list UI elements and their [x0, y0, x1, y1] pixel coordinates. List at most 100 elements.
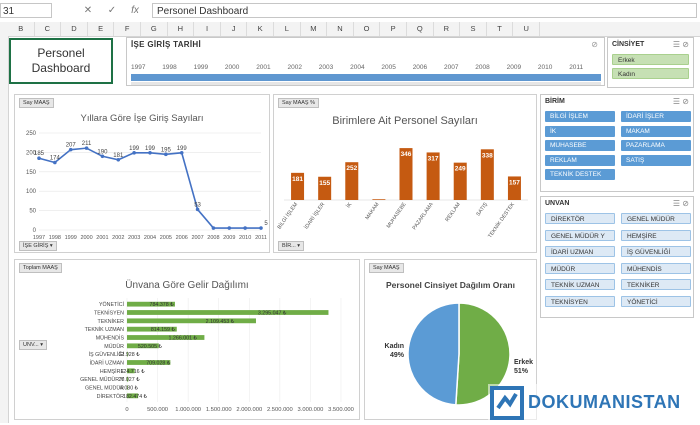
timeline-year[interactable]: 2010	[538, 64, 552, 71]
filter-button-unvan[interactable]: UNV... ▾	[19, 340, 47, 350]
timeline-title: İŞE GİRİŞ TARİHİ	[131, 40, 201, 49]
column-header-M[interactable]: M	[301, 22, 328, 36]
slicer-item-birim[interactable]: SATIŞ	[621, 154, 691, 166]
timeline-year[interactable]: 2000	[225, 64, 239, 71]
y-tick-label: 0	[33, 228, 37, 234]
slicer-item-birim[interactable]: MAKAM	[621, 125, 691, 137]
timeline-year[interactable]: 2008	[475, 64, 489, 71]
column-header-G[interactable]: G	[141, 22, 168, 36]
column-header-N[interactable]: N	[327, 22, 354, 36]
x-tick-label: 2002	[112, 235, 124, 241]
data-point	[211, 226, 216, 230]
slicer-item-unvan[interactable]: İDARİ UZMAN	[545, 246, 615, 257]
slicer-unvan: UNVAN ☰ ⊘ DİREKTÖR GENEL MÜDÜR GENEL MÜDÜR…	[540, 196, 694, 318]
y-tick-label: DİREKTÖR	[97, 393, 125, 400]
slicer-item-birim[interactable]: PAZARLAMA	[621, 140, 691, 151]
column-header-K[interactable]: K	[247, 22, 274, 36]
cancel-icon[interactable]: ✕	[80, 3, 96, 18]
timeline-year[interactable]: 2011	[569, 64, 583, 71]
formula-bar: 31 ✕ ✓ fx Personel Dashboard	[0, 0, 700, 23]
timeline-year[interactable]: 2005	[381, 64, 395, 71]
timeline-year[interactable]: 1998	[162, 64, 176, 71]
filter-button-ise-giris[interactable]: İŞE GİRİŞ ▾	[19, 241, 57, 251]
column-header-B[interactable]: B	[8, 22, 35, 36]
slicer-item-unvan[interactable]: DİREKTÖR	[545, 213, 615, 224]
slicer-item-unvan[interactable]: GENEL MÜDÜR	[621, 213, 691, 224]
filter-button-birim[interactable]: BİR... ▾	[278, 241, 305, 251]
data-label: 5	[264, 221, 268, 227]
chart-yearly-hires[interactable]: Say MAAŞ Yıllara Göre İşe Giriş Sayıları…	[14, 94, 270, 253]
multiselect-icon[interactable]: ☰ ⊘	[673, 97, 689, 106]
slicer-item-birim[interactable]: İDARİ İŞLER	[621, 111, 691, 122]
slicer-item-unvan[interactable]: TEKNİKER	[621, 279, 691, 290]
y-tick-label: 100	[26, 189, 37, 195]
series-line	[38, 147, 261, 229]
column-header-J[interactable]: J	[221, 22, 248, 36]
x-tick-label: 2005	[160, 235, 172, 241]
slicer-item-unvan[interactable]: GENEL MÜDÜR Y	[545, 229, 615, 241]
slicer-item-unvan[interactable]: YÖNETİCİ	[621, 295, 691, 307]
timeline-year[interactable]: 1999	[194, 64, 208, 71]
enter-icon[interactable]: ✓	[104, 3, 120, 18]
slicer-item-unvan[interactable]: HEMŞİRE	[621, 229, 691, 241]
timeline-year[interactable]: 2004	[350, 64, 364, 71]
data-label: 12.928 ₺	[118, 352, 140, 358]
column-header-L[interactable]: L	[274, 22, 301, 36]
slicer-item-unvan[interactable]: TEKNİSYEN	[545, 295, 615, 307]
column-header-P[interactable]: P	[380, 22, 407, 36]
x-tick-label: 3.500.000	[328, 407, 354, 413]
y-tick-label: TEKNİKER	[98, 318, 125, 325]
dashboard-title[interactable]: Personel Dashboard	[9, 38, 113, 84]
x-tick-label: 1999	[65, 235, 77, 241]
timeline-slicer[interactable]: İŞE GİRİŞ TARİHİ ⊘ 1997 1998 1999 2000 2001 2…	[126, 37, 605, 86]
pie-category-label: Kadın	[385, 343, 404, 350]
slicer-item-birim[interactable]: İK	[545, 125, 615, 137]
data-label: 53	[194, 202, 201, 208]
slicer-item-birim[interactable]: TEKNİK DESTEK	[545, 169, 615, 180]
filter-clear-icon[interactable]: ⊘	[591, 40, 598, 49]
slicer-item-unvan[interactable]: MÜHENDİS	[621, 262, 691, 274]
timeline-year[interactable]: 1997	[131, 64, 145, 71]
column-header-C[interactable]: C	[35, 22, 62, 36]
slicer-item-unvan[interactable]: İŞ GÜVENLİĞİ	[621, 246, 691, 257]
data-label: 181	[292, 176, 303, 183]
column-header-E[interactable]: E	[88, 22, 115, 36]
y-tick-label: 250	[26, 131, 37, 137]
column-header-F[interactable]: F	[114, 22, 141, 36]
column-header-I[interactable]: I	[194, 22, 221, 36]
slicer-item-unvan[interactable]: MÜDÜR	[545, 262, 615, 274]
slicer-item-erkek[interactable]: Erkek	[612, 54, 689, 65]
formula-input[interactable]: Personel Dashboard	[152, 3, 697, 18]
column-header-U[interactable]: U	[513, 22, 540, 36]
timeline-year[interactable]: 2001	[256, 64, 270, 71]
column-header-R[interactable]: R	[434, 22, 461, 36]
timeline-scrollbar[interactable]	[131, 82, 601, 85]
timeline-year[interactable]: 2002	[288, 64, 302, 71]
column-header-T[interactable]: T	[487, 22, 514, 36]
slicer-item-birim[interactable]: REKLAM	[545, 154, 615, 166]
timeline-year[interactable]: 2006	[413, 64, 427, 71]
column-header-Q[interactable]: Q	[407, 22, 434, 36]
timeline-range-bar[interactable]	[131, 74, 601, 81]
timeline-year[interactable]: 2003	[319, 64, 333, 71]
name-box[interactable]: 31	[0, 3, 52, 18]
column-header-O[interactable]: O	[354, 22, 381, 36]
y-tick-label: YÖNETİCİ	[99, 301, 124, 308]
slicer-item-birim[interactable]: MUHASEBE	[545, 140, 615, 151]
column-header-D[interactable]: D	[61, 22, 88, 36]
chart-income-by-title[interactable]: Toplam MAAŞ Ünvana Göre Gelir Dağılımı 0…	[14, 259, 360, 420]
slicer-item-unvan[interactable]: TEKNİK UZMAN	[545, 279, 615, 290]
y-tick-label: 50	[29, 209, 36, 215]
data-label: 190	[97, 149, 108, 155]
timeline-year[interactable]: 2009	[507, 64, 521, 71]
timeline-year[interactable]: 2007	[444, 64, 458, 71]
x-tick-label: 2008	[207, 235, 219, 241]
multiselect-icon[interactable]: ☰ ⊘	[673, 40, 689, 49]
multiselect-icon[interactable]: ☰ ⊘	[673, 199, 689, 208]
fx-icon[interactable]: fx	[127, 3, 143, 18]
chart-unit-personnel[interactable]: Say MAAŞ % Birimlere Ait Personel Sayıla…	[273, 94, 537, 253]
column-header-H[interactable]: H	[168, 22, 195, 36]
slicer-item-kadın[interactable]: Kadın	[612, 68, 689, 79]
slicer-item-birim[interactable]: BİLGİ İŞLEM	[545, 111, 615, 122]
column-header-S[interactable]: S	[460, 22, 487, 36]
